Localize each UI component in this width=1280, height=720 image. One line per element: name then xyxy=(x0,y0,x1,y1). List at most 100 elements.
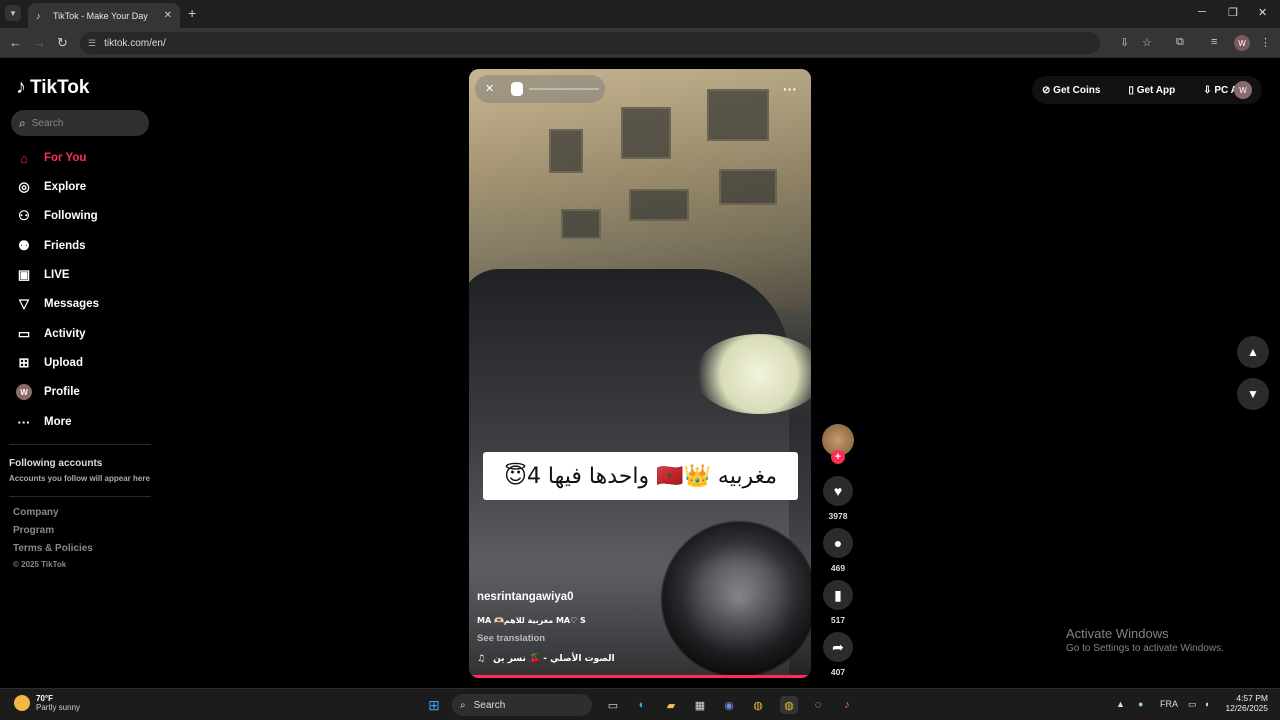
forward-icon[interactable]: → xyxy=(33,35,46,50)
tab-title: TikTok - Make Your Day xyxy=(53,10,148,21)
sidebar-item-friends[interactable]: ⚉ Friends xyxy=(16,236,85,256)
edge-icon[interactable]: ◐ xyxy=(633,696,651,714)
site-info-icon[interactable]: ☰ xyxy=(88,38,96,49)
video-frame-detail xyxy=(561,209,601,239)
more-icon: ··· xyxy=(17,414,31,430)
weather-icon xyxy=(14,695,30,711)
new-tab-icon[interactable]: + xyxy=(188,5,196,21)
volume-control[interactable]: ✕ xyxy=(475,75,605,103)
chrome-active-icon[interactable]: ◍ xyxy=(780,696,798,714)
reload-icon[interactable]: ↻ xyxy=(57,35,68,51)
url-bar[interactable]: ☰ tiktok.com/en/ xyxy=(80,32,1100,54)
clock[interactable]: 4:57 PM 12/26/2025 xyxy=(1224,693,1268,713)
friends-icon: ⚉ xyxy=(18,238,30,253)
previous-video-button[interactable]: ▲ xyxy=(1237,336,1269,368)
get-coins-button[interactable]: ⊘ Get Coins xyxy=(1042,85,1114,96)
music-title: الصوت الأصلي - 🍒 نسر ين xyxy=(493,654,615,664)
time: 4:57 PM xyxy=(1236,693,1268,703)
sidebar-item-upload[interactable]: ⊞ Upload xyxy=(16,353,83,373)
search-input[interactable]: ⌕ Search xyxy=(11,110,149,136)
browser-profile-avatar[interactable]: W xyxy=(1234,35,1250,51)
follow-plus-icon[interactable]: + xyxy=(831,450,845,464)
sidebar-item-label: LIVE xyxy=(44,269,70,281)
video-frame-detail xyxy=(621,107,671,159)
sidebar-item-following[interactable]: ⚇ Following xyxy=(16,206,98,226)
top-right-bar: ⊘ Get Coins ▯ Get App ⇩ PC App xyxy=(1032,76,1262,104)
tray-chevron-up-icon[interactable]: ▲ xyxy=(1116,699,1125,709)
sidebar-item-label: Following xyxy=(44,210,98,222)
sidebar-item-messages[interactable]: ▽ Messages xyxy=(16,294,99,314)
next-video-button[interactable]: ▼ xyxy=(1237,378,1269,410)
see-translation-link[interactable]: See translation xyxy=(477,633,545,644)
install-app-icon[interactable]: ⇩ xyxy=(1120,36,1129,49)
like-button[interactable]: ♥ xyxy=(823,476,853,506)
following-icon: ⚇ xyxy=(18,208,30,223)
maximize-icon[interactable]: ❐ xyxy=(1228,6,1238,19)
date: 12/26/2025 xyxy=(1225,703,1268,713)
file-explorer-icon[interactable]: ▰ xyxy=(662,696,680,714)
more-options-icon[interactable]: ··· xyxy=(783,81,797,97)
language-indicator[interactable]: FRA xyxy=(1160,699,1178,709)
comment-icon: ● xyxy=(833,535,843,551)
network-icon[interactable]: ▭ xyxy=(1188,699,1197,710)
volume-icon[interactable]: ◖ xyxy=(1204,699,1209,709)
tiktok-favicon-icon: ♪ xyxy=(36,10,41,21)
user-avatar[interactable]: W xyxy=(1234,81,1252,99)
chevron-up-icon: ▲ xyxy=(1247,345,1259,359)
chrome-icon[interactable]: ◍ xyxy=(749,696,767,714)
save-button[interactable]: ▮ xyxy=(823,580,853,610)
activate-title: Activate Windows xyxy=(1066,626,1169,641)
close-window-icon[interactable]: ✕ xyxy=(1258,6,1267,19)
comment-button[interactable]: ● xyxy=(823,528,853,558)
profile-icon: W xyxy=(16,384,32,400)
microphone-app-icon[interactable]: ♪ xyxy=(838,696,856,714)
footer-link-company[interactable]: Company xyxy=(13,507,59,518)
sidebar-item-live[interactable]: ▣ LIVE xyxy=(16,265,70,285)
chrome-menu-icon[interactable]: ⋮ xyxy=(1260,36,1271,49)
extensions-icon[interactable]: ⧉ xyxy=(1176,36,1184,49)
sidebar-item-for-you[interactable]: ⌂ For You xyxy=(16,148,86,168)
sidebar-item-explore[interactable]: ◎ Explore xyxy=(16,177,86,197)
windows-start-icon[interactable]: ⊞ xyxy=(425,696,443,714)
weather-widget[interactable]: 70°F Partly sunny xyxy=(14,694,80,712)
get-app-button[interactable]: ▯ Get App xyxy=(1128,85,1189,96)
discord-icon[interactable]: ◉ xyxy=(720,696,738,714)
media-control-icon[interactable]: ≡ xyxy=(1211,36,1217,48)
browser-tab[interactable]: ♪ TikTok - Make Your Day ✕ xyxy=(28,3,180,28)
volume-slider-track[interactable] xyxy=(529,88,599,90)
video-progress-bar[interactable] xyxy=(469,675,811,678)
video-player[interactable]: ✕ ··· مغربيه 👑🇲🇦 واحدها فيها 4😇 nesrinta… xyxy=(469,69,811,678)
footer-link-terms[interactable]: Terms & Policies xyxy=(13,543,93,554)
tab-list-icon[interactable]: ▾ xyxy=(5,5,21,21)
sidebar-item-activity[interactable]: ▭ Activity xyxy=(16,324,86,344)
video-author-username[interactable]: nesrintangawiya0 xyxy=(477,591,574,603)
share-button[interactable]: ➦ xyxy=(823,632,853,662)
mute-icon[interactable]: ✕ xyxy=(485,82,494,95)
live-icon: ▣ xyxy=(17,267,31,282)
sidebar-item-label: For You xyxy=(44,152,87,164)
get-coins-label: Get Coins xyxy=(1053,84,1101,96)
bookmark-star-icon[interactable]: ☆ xyxy=(1142,36,1152,49)
minimize-icon[interactable]: ─ xyxy=(1198,6,1206,18)
footer-link-program[interactable]: Program xyxy=(13,525,54,536)
volume-slider-handle[interactable] xyxy=(511,82,523,96)
taskbar-search[interactable]: ⌕ Search xyxy=(452,694,592,716)
sidebar-item-more[interactable]: ··· More xyxy=(16,412,72,432)
store-icon[interactable]: ▦ xyxy=(691,696,709,714)
video-music[interactable]: ♫ الصوت الأصلي - 🍒 نسر ين xyxy=(477,654,615,664)
bookmark-icon: ▮ xyxy=(834,586,842,603)
divider xyxy=(9,496,151,497)
tiktok-logo[interactable]: ♪ TikTok xyxy=(16,76,89,99)
close-tab-icon[interactable]: ✕ xyxy=(164,10,172,21)
back-icon[interactable]: ← xyxy=(9,35,22,50)
following-accounts-title: Following accounts xyxy=(9,458,103,469)
app-icon[interactable]: ◌ xyxy=(809,696,827,714)
copyright: © 2025 TikTok xyxy=(13,560,67,569)
search-icon: ⌕ xyxy=(19,115,26,130)
sidebar-item-label: Profile xyxy=(44,386,80,398)
share-icon: ➦ xyxy=(832,638,844,655)
task-view-icon[interactable]: ▭ xyxy=(604,696,622,714)
sidebar-item-profile[interactable]: W Profile xyxy=(16,382,80,402)
chevron-down-icon: ▼ xyxy=(1247,387,1259,401)
mic-icon[interactable]: ● xyxy=(1138,699,1143,709)
